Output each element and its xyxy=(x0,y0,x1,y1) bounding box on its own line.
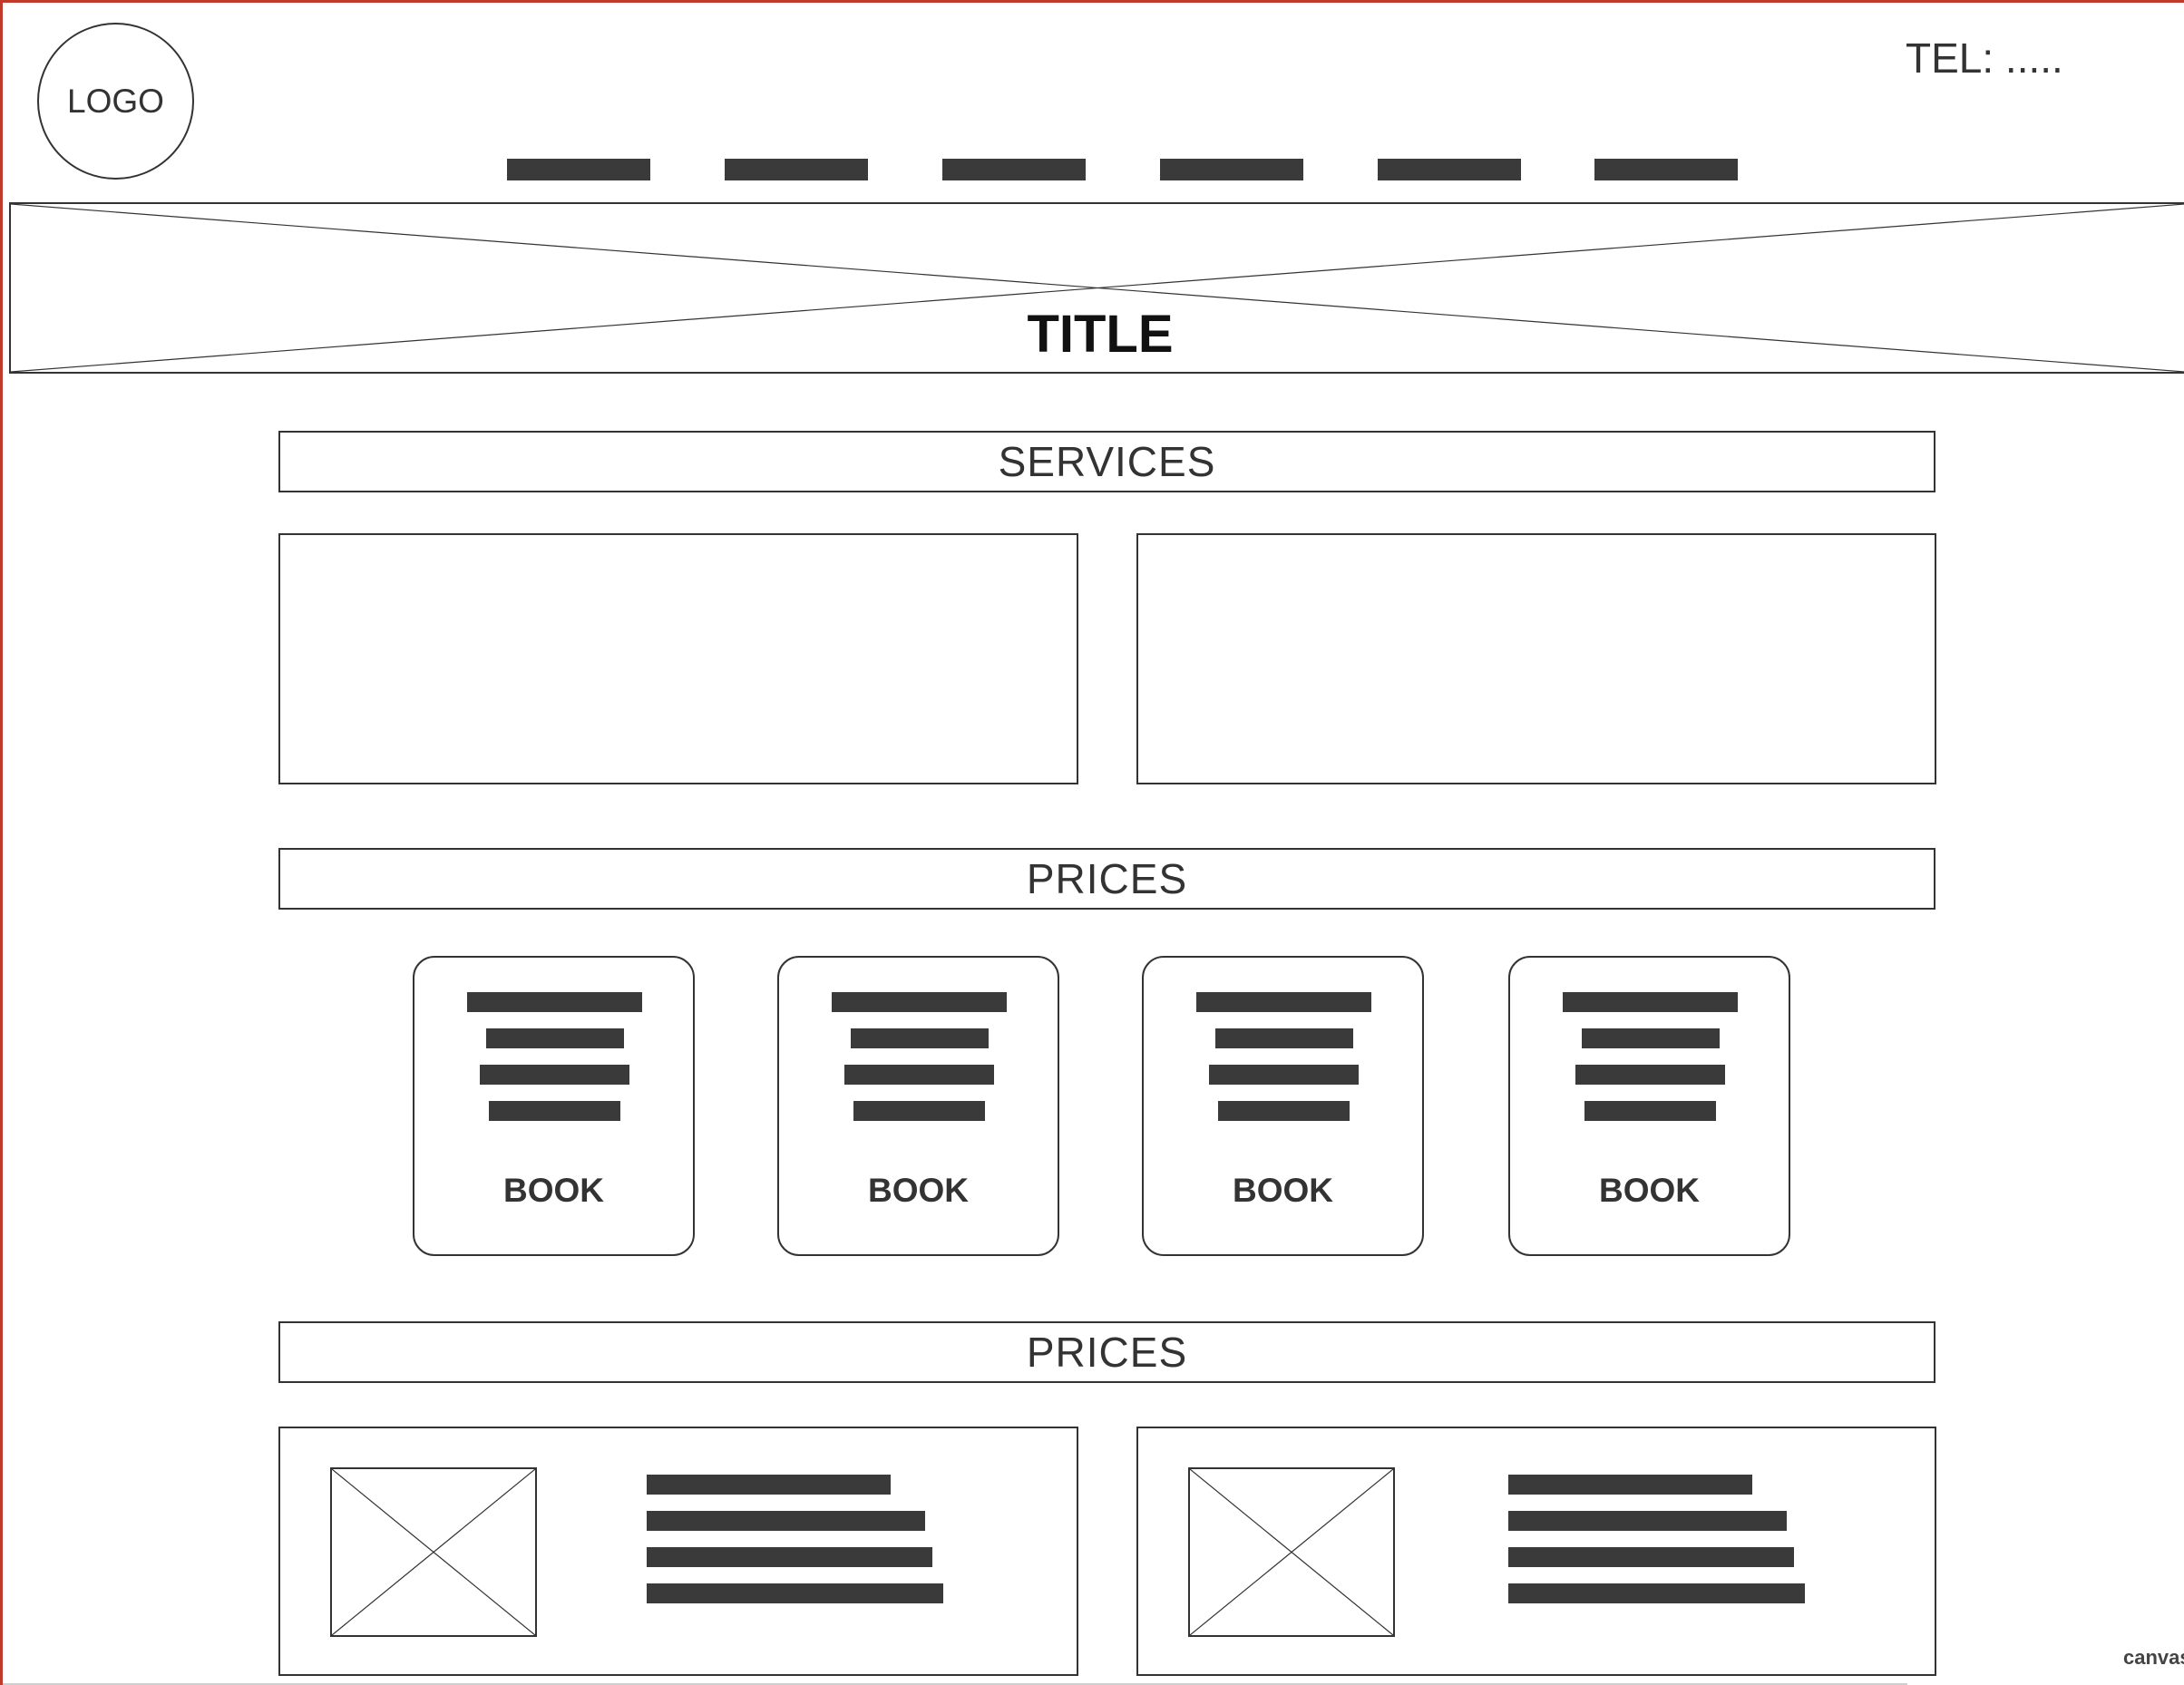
card-text-line xyxy=(480,1065,629,1085)
card-text-line xyxy=(1584,1101,1716,1121)
service-panel-1[interactable] xyxy=(278,533,1078,784)
card-text-line xyxy=(1563,992,1738,1012)
card-text-line xyxy=(486,1028,624,1048)
service-panel-2[interactable] xyxy=(1136,533,1936,784)
card-text-line xyxy=(1218,1101,1350,1121)
card-text-line xyxy=(1582,1028,1720,1048)
prices-header-2: PRICES xyxy=(278,1321,1935,1383)
card-text-line xyxy=(1196,992,1371,1012)
nav-item-2[interactable] xyxy=(725,159,868,180)
panel-text-line xyxy=(647,1475,891,1495)
book-button[interactable]: BOOK xyxy=(779,1172,1058,1210)
panel-text-line xyxy=(647,1547,932,1567)
panel-text-line xyxy=(647,1511,925,1531)
prices-header-1: PRICES xyxy=(278,848,1935,910)
card-text-line xyxy=(832,992,1007,1012)
card-text-line xyxy=(844,1065,994,1085)
telephone-text: TEL: ..... xyxy=(1906,34,2063,82)
price-card-2[interactable]: BOOK xyxy=(777,956,1059,1256)
nav-item-1[interactable] xyxy=(507,159,650,180)
price-card-4[interactable]: BOOK xyxy=(1508,956,1790,1256)
nav-item-3[interactable] xyxy=(942,159,1086,180)
book-button[interactable]: BOOK xyxy=(1144,1172,1422,1210)
content-panel-2[interactable] xyxy=(1136,1427,1936,1676)
wireframe-canvas: LOGO TEL: ..... TITLE SERVICES PRICES BO… xyxy=(0,0,2184,1685)
book-button[interactable]: BOOK xyxy=(414,1172,693,1210)
panel-text-line xyxy=(1508,1511,1787,1531)
card-text-line xyxy=(1215,1028,1353,1048)
logo[interactable]: LOGO xyxy=(37,23,194,180)
card-text-line xyxy=(853,1101,985,1121)
card-text-line xyxy=(489,1101,620,1121)
image-placeholder xyxy=(330,1467,537,1637)
image-placeholder-cross xyxy=(1190,1469,1393,1635)
canvas-label: canvas xyxy=(2123,1646,2184,1669)
image-placeholder-cross xyxy=(332,1469,535,1635)
nav-item-5[interactable] xyxy=(1378,159,1521,180)
card-text-line xyxy=(851,1028,989,1048)
price-card-1[interactable]: BOOK xyxy=(413,956,695,1256)
logo-label: LOGO xyxy=(67,82,164,120)
content-panel-1[interactable] xyxy=(278,1427,1078,1676)
price-card-3[interactable]: BOOK xyxy=(1142,956,1424,1256)
book-button[interactable]: BOOK xyxy=(1510,1172,1789,1210)
nav-item-6[interactable] xyxy=(1594,159,1738,180)
panel-text-line xyxy=(1508,1475,1752,1495)
nav-item-4[interactable] xyxy=(1160,159,1303,180)
panel-text-line xyxy=(1508,1583,1805,1603)
panel-text-line xyxy=(647,1583,943,1603)
image-placeholder xyxy=(1188,1467,1395,1637)
prices-label-2: PRICES xyxy=(1026,1329,1188,1376)
card-text-line xyxy=(467,992,642,1012)
services-header: SERVICES xyxy=(278,431,1935,492)
prices-label-1: PRICES xyxy=(1026,855,1188,902)
panel-text-line xyxy=(1508,1547,1794,1567)
services-label: SERVICES xyxy=(998,438,1216,485)
card-text-line xyxy=(1209,1065,1359,1085)
hero-title: TITLE xyxy=(1027,305,1174,364)
card-text-line xyxy=(1575,1065,1725,1085)
